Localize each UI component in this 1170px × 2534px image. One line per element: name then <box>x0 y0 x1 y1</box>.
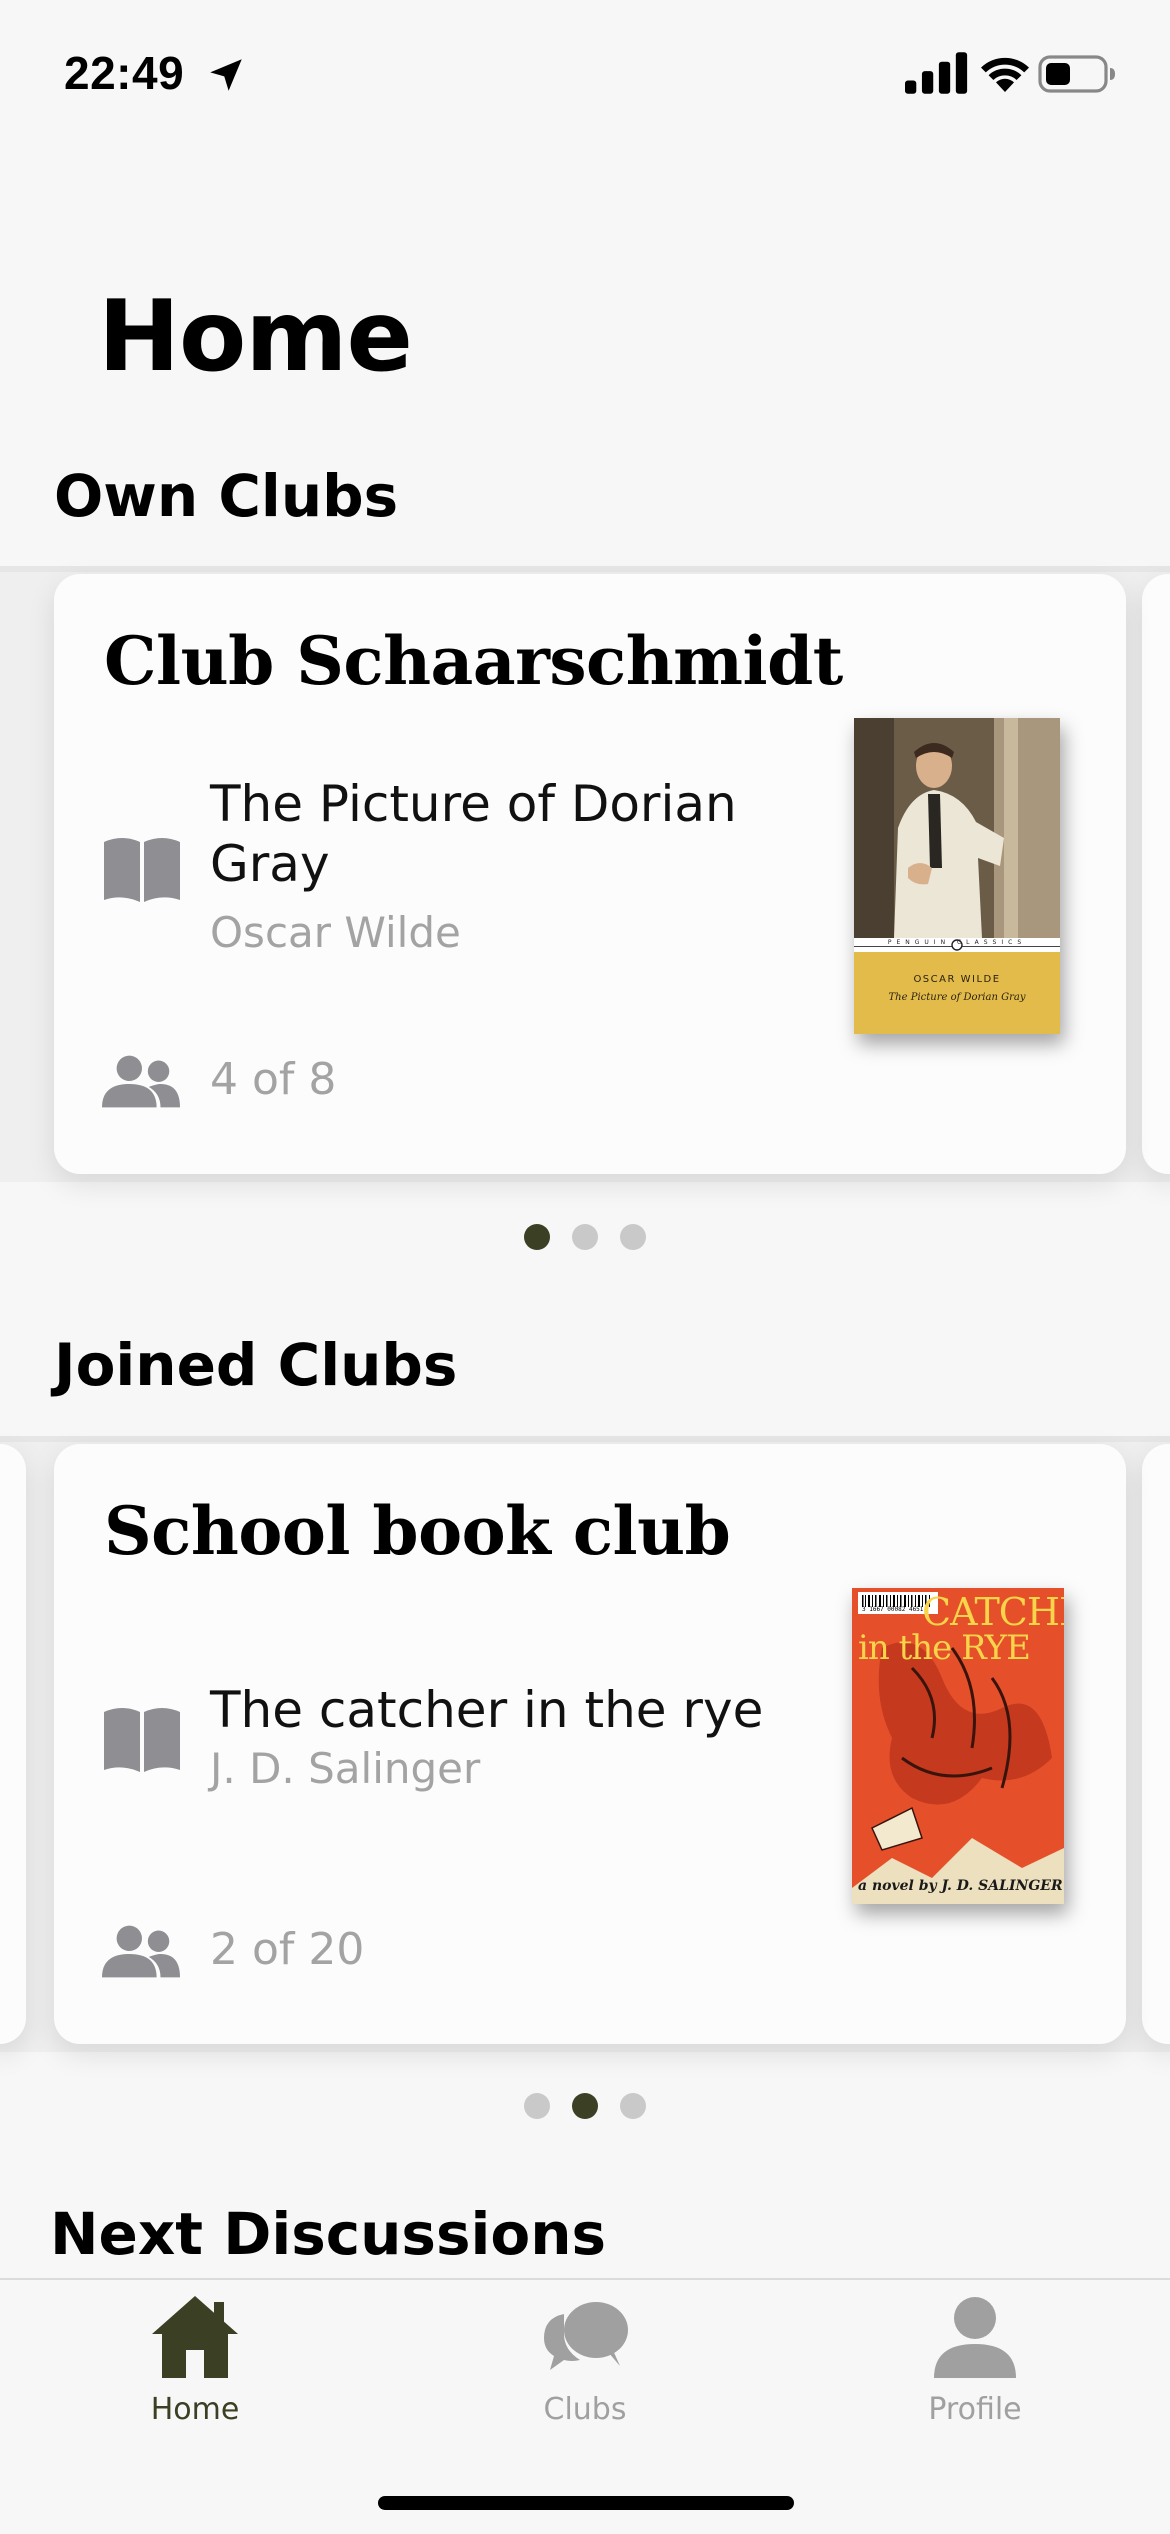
joined-clubs-page-indicator[interactable] <box>0 2093 1170 2123</box>
club-name: School book club <box>104 1492 731 1570</box>
members-count: 4 of 8 <box>210 1054 337 1105</box>
page-dot-3[interactable] <box>620 2093 646 2119</box>
book-author: J. D. Salinger <box>210 1744 481 1793</box>
book-cover[interactable]: PENGUIN CLASSICS OSCAR WILDE The Picture… <box>854 718 1060 1034</box>
page-dot-3[interactable] <box>620 1224 646 1250</box>
tab-label: Home <box>150 2392 240 2427</box>
battery-icon <box>1038 55 1115 93</box>
cover-title-line-2: in the RYE <box>858 1628 1031 1668</box>
book-title: The catcher in the rye <box>210 1681 764 1739</box>
cover-author: OSCAR WILDE <box>913 974 1001 985</box>
club-name: Club Schaarschmidt <box>104 622 843 700</box>
members-icon <box>102 1055 180 1108</box>
joined-club-card[interactable]: School book club The catcher in the rye … <box>54 1444 1126 2044</box>
next-card-peek[interactable] <box>1142 574 1170 1174</box>
book-icon <box>104 838 180 902</box>
person-icon <box>934 2297 1016 2378</box>
members-icon <box>102 1925 180 1978</box>
chat-bubbles-icon <box>544 2302 628 2370</box>
section-title-own-clubs: Own Clubs <box>54 462 399 530</box>
book-icon <box>104 1708 180 1772</box>
own-clubs-page-indicator[interactable] <box>0 1224 1170 1254</box>
next-card-peek[interactable] <box>1142 1444 1170 2044</box>
home-indicator[interactable] <box>378 2496 794 2510</box>
signal-icon <box>905 52 968 94</box>
cover-publisher: PENGUIN CLASSICS <box>887 939 1027 946</box>
members-count: 2 of 20 <box>210 1924 365 1975</box>
section-title-joined-clubs: Joined Clubs <box>54 1331 458 1399</box>
page-dot-1[interactable] <box>524 1224 550 1250</box>
tab-clubs[interactable]: Clubs <box>390 2280 780 2430</box>
page-dot-1[interactable] <box>524 2093 550 2119</box>
status-bar: 22:49 <box>0 0 1170 150</box>
cover-title: The Picture of Dorian Gray <box>888 992 1026 1003</box>
location-arrow-icon <box>210 59 242 91</box>
page-dot-2[interactable] <box>572 1224 598 1250</box>
status-time: 22:49 <box>64 47 185 99</box>
tab-label: Clubs <box>543 2392 627 2427</box>
house-icon <box>152 2296 238 2378</box>
tab-home[interactable]: Home <box>0 2280 390 2430</box>
cover-byline: a novel by J. D. SALINGER <box>858 1878 1063 1894</box>
page-dot-2[interactable] <box>572 2093 598 2119</box>
book-author: Oscar Wilde <box>210 908 461 957</box>
previous-card-peek[interactable] <box>0 1444 26 2044</box>
wifi-icon <box>981 57 1029 92</box>
page-title: Home <box>98 280 413 394</box>
book-cover[interactable]: 3 1667 00082 4651 CATCHER in the RYE a n… <box>852 1588 1064 1904</box>
book-title: The Picture of Dorian Gray <box>210 775 737 893</box>
tab-profile[interactable]: Profile <box>780 2280 1170 2430</box>
section-title-next-discussions: Next Discussions <box>50 2200 607 2268</box>
tab-label: Profile <box>928 2392 1022 2427</box>
own-club-card[interactable]: Club Schaarschmidt The Picture of Dorian… <box>54 574 1126 1174</box>
